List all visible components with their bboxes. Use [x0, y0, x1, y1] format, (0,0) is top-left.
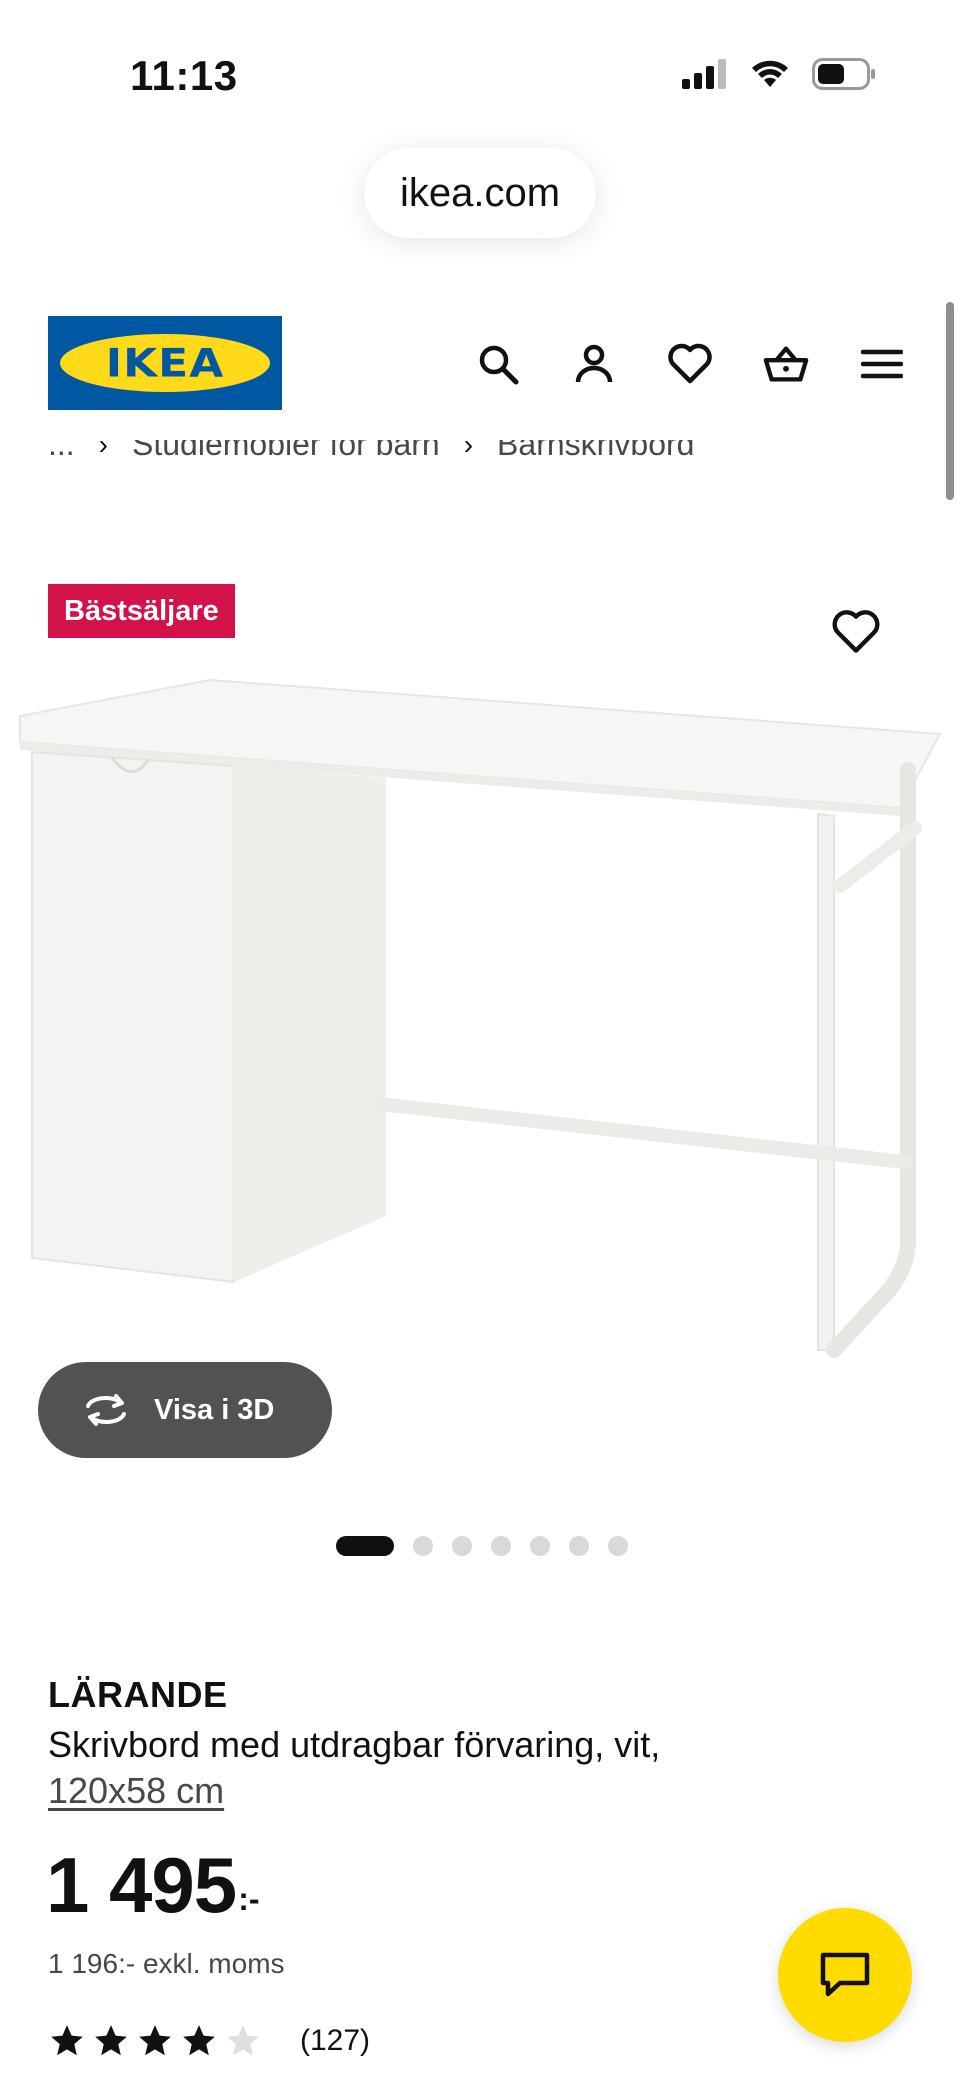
carousel-dots [336, 1536, 628, 1556]
rating-stars [48, 2022, 262, 2060]
breadcrumb-ellipsis[interactable]: ... [48, 440, 75, 463]
cart-icon [763, 346, 809, 382]
account-icon [575, 344, 613, 383]
chevron-right-icon: › [98, 440, 108, 460]
product-price: 1 495 :- [46, 1846, 260, 1924]
logo-oval: IKEA [60, 334, 270, 392]
favorites-button[interactable] [666, 340, 714, 388]
star-empty-icon [227, 2025, 259, 2056]
carousel-dot[interactable] [336, 1536, 394, 1556]
carousel-dot[interactable] [608, 1536, 628, 1556]
battery-icon [812, 58, 875, 90]
carousel-dot[interactable] [413, 1536, 433, 1556]
carousel-dot[interactable] [452, 1536, 472, 1556]
rotate-3d-icon [86, 1394, 126, 1426]
scrollbar[interactable] [946, 302, 954, 500]
price-excl-vat: 1 196:- exkl. moms [48, 1948, 285, 1979]
cart-button[interactable] [762, 340, 810, 388]
search-icon [479, 345, 519, 385]
product-rating[interactable]: (127) [48, 2022, 370, 2060]
carousel-dot[interactable] [530, 1536, 550, 1556]
status-bar: 11:13 [0, 0, 960, 140]
search-button[interactable] [474, 340, 522, 388]
price-suffix: :- [238, 1881, 260, 1917]
product-description: Skrivbord med utdragbar förvaring, vit, … [48, 1722, 808, 1814]
header-icons [474, 340, 906, 388]
product-name: LÄRANDE [48, 1674, 228, 1715]
heart-icon [668, 343, 712, 384]
menu-button[interactable] [858, 340, 906, 388]
logo-text: IKEA [105, 340, 225, 386]
star-filled-icon [139, 2025, 171, 2056]
account-button[interactable] [570, 340, 618, 388]
carousel-dot[interactable] [569, 1536, 589, 1556]
breadcrumb: ... › Studiemöbler för barn › Barnskrivb… [48, 440, 928, 474]
star-filled-icon [95, 2025, 127, 2056]
review-count: (127) [300, 2024, 371, 2057]
price-value: 1 495 [46, 1841, 237, 1929]
product-description-text: Skrivbord med utdragbar förvaring, vit, [48, 1724, 661, 1765]
view-3d-label: Visa i 3D [154, 1393, 275, 1426]
ikea-logo[interactable]: IKEA [48, 316, 282, 410]
breadcrumb-item[interactable]: Barnskrivbord [497, 440, 694, 463]
breadcrumb-item[interactable]: Studiemöbler för barn [132, 440, 440, 463]
heart-icon [832, 610, 880, 653]
desk-illustration [19, 678, 942, 1358]
site-header: IKEA [0, 300, 960, 420]
wifi-icon [752, 60, 788, 87]
url-text: ikea.com [399, 170, 561, 215]
status-icons [682, 58, 876, 90]
product-size-link[interactable]: 120x58 cm [48, 1770, 224, 1811]
product-image[interactable] [0, 660, 960, 1360]
star-filled-icon [183, 2025, 215, 2056]
url-bar[interactable]: ikea.com [364, 148, 596, 238]
view-3d-button[interactable]: Visa i 3D [38, 1362, 332, 1458]
signal-icon [682, 59, 726, 89]
chat-icon [820, 1952, 870, 1997]
carousel-dot[interactable] [491, 1536, 511, 1556]
add-to-favorites-button[interactable] [830, 608, 882, 660]
chat-button[interactable] [778, 1908, 912, 2042]
chevron-right-icon: › [463, 440, 474, 460]
menu-icon [861, 349, 903, 379]
bestseller-badge: Bästsäljare [48, 584, 235, 638]
star-filled-icon [51, 2025, 83, 2056]
status-time: 11:13 [130, 52, 238, 99]
